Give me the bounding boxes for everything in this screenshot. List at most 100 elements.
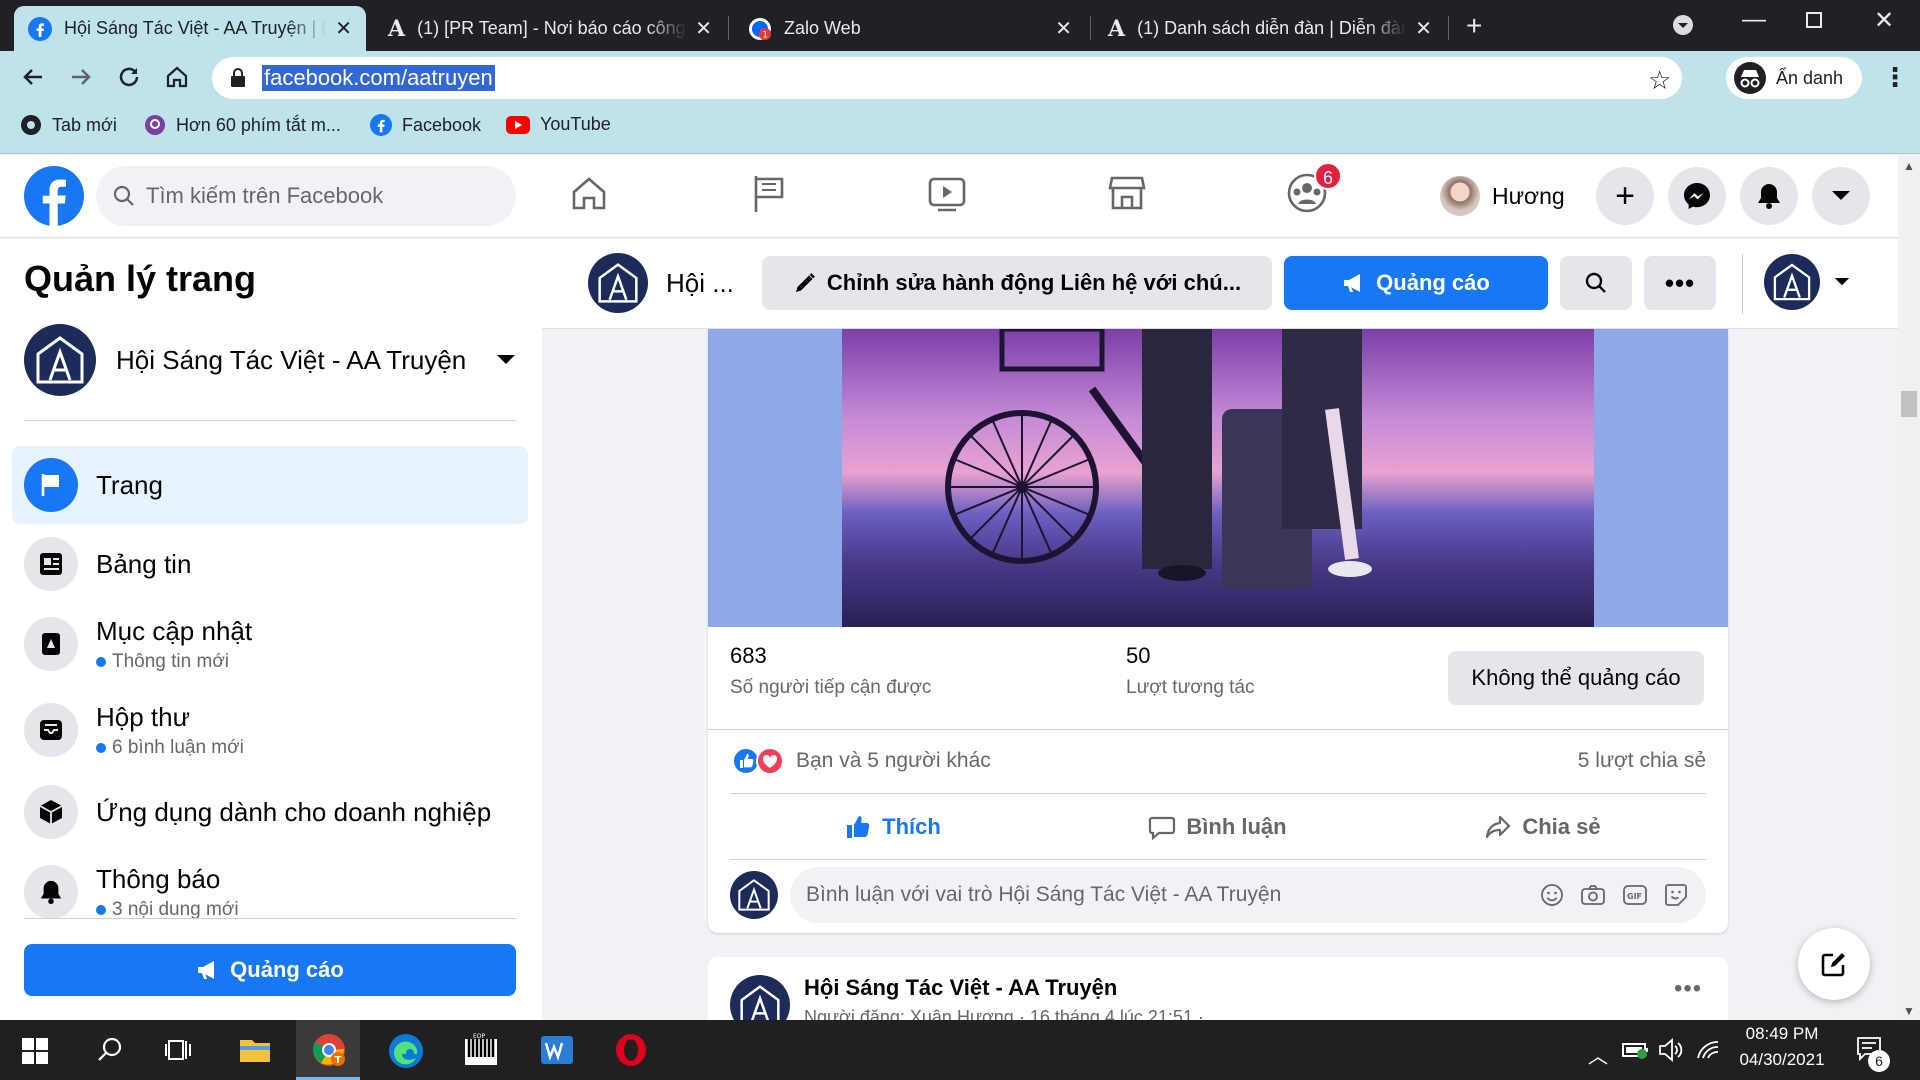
page-switcher[interactable]: Hội Sáng Tác Việt - AA Truyện [24, 324, 516, 396]
gif-icon[interactable]: GIF [1622, 883, 1648, 907]
url-text[interactable]: facebook.com/aatruyen [262, 65, 495, 91]
sidebar-item-sub: Thông tin mới [112, 650, 230, 672]
sidebar-item-label: Hộp thư [96, 701, 191, 732]
facebook-search-input[interactable]: Tìm kiếm trên Facebook [96, 166, 516, 226]
home-icon[interactable] [164, 64, 190, 90]
browser-menu-icon[interactable]: ⋮ [1882, 62, 1908, 93]
bookmark-shortcuts[interactable]: Hơn 60 phím tắt m... [144, 114, 341, 136]
sidebar-item-label: Ứng dụng dành cho doanh nghiệp [96, 796, 492, 827]
task-view-icon[interactable] [164, 1036, 194, 1064]
restore-icon[interactable] [1806, 12, 1822, 28]
emoji-icon[interactable] [1540, 883, 1564, 907]
wifi-icon[interactable] [1696, 1040, 1720, 1060]
account-menu-button[interactable] [1812, 167, 1870, 225]
close-tab-icon[interactable]: ✕ [695, 16, 712, 41]
sidebar-item-label: Mục cập nhật [96, 615, 253, 646]
chrome-icon[interactable]: T [312, 1033, 346, 1067]
sticker-icon[interactable] [1664, 883, 1688, 907]
minimize-icon[interactable]: — [1742, 6, 1766, 34]
new-tab-icon[interactable]: + [1466, 10, 1482, 42]
facebook-logo-icon[interactable] [24, 166, 84, 226]
avatar [1440, 176, 1480, 216]
edge-icon[interactable] [388, 1033, 424, 1069]
bookmark-new-tab[interactable]: Tab mới [20, 114, 117, 136]
post-more-icon[interactable]: ••• [1674, 975, 1702, 1003]
camera-icon[interactable] [1580, 883, 1606, 907]
shares-count[interactable]: 5 lượt chia sẻ [1578, 749, 1706, 773]
tray-chevron-icon[interactable]: ︿ [1588, 1040, 1608, 1069]
reactions-summary[interactable]: Bạn và 5 người khác [732, 747, 991, 775]
nav-home-icon[interactable] [568, 172, 610, 214]
bookmark-facebook[interactable]: Facebook [370, 114, 481, 136]
sidebar-item-business-apps[interactable]: Ứng dụng dành cho doanh nghiệp [12, 780, 528, 844]
post-image[interactable] [842, 329, 1594, 627]
bell-icon [24, 865, 78, 919]
share-arrow-icon [1484, 813, 1512, 841]
scrollbar-thumb[interactable] [1901, 391, 1917, 417]
groups-notification-badge: 6 [1314, 162, 1342, 190]
profile-button[interactable]: Hương [1440, 170, 1565, 222]
sidebar-item-hop-thu[interactable]: Hộp thư 6 bình luận mới [12, 694, 528, 766]
tab-forum-list[interactable]: A (1) Danh sách diễn đàn | Diễn đàn ✕ [1094, 6, 1446, 51]
close-tab-icon[interactable]: ✕ [1415, 16, 1432, 41]
tab-search-icon[interactable] [1672, 14, 1694, 36]
divider [730, 859, 1706, 860]
reach-value: 683 [730, 643, 767, 668]
new-message-button[interactable] [1798, 928, 1870, 1000]
star-icon[interactable]: ☆ [1648, 65, 1671, 96]
battery-icon[interactable] [1622, 1040, 1650, 1060]
create-button[interactable]: + [1596, 167, 1654, 225]
scroll-down-icon[interactable]: ▼ [1903, 1004, 1915, 1018]
sidebar-item-bang-tin[interactable]: Bảng tin [12, 532, 528, 596]
opera-icon[interactable] [614, 1033, 648, 1067]
clock-date: 04/30/2021 [1739, 1050, 1825, 1069]
page-avatar[interactable] [588, 253, 648, 313]
nav-watch-icon[interactable] [926, 172, 968, 214]
comment-button[interactable]: Bình luận [1055, 799, 1380, 855]
taskbar-search-icon[interactable] [96, 1036, 124, 1064]
acting-as-switcher[interactable] [1764, 254, 1850, 310]
tab-pr-team[interactable]: A (1) [PR Team] - Nơi báo cáo công việc … [374, 6, 726, 51]
like-button[interactable]: Thích [730, 799, 1055, 855]
megaphone-icon [1342, 272, 1366, 294]
reload-icon[interactable] [116, 64, 142, 90]
nav-marketplace-icon[interactable] [1106, 172, 1148, 214]
post-author-name[interactable]: Hội Sáng Tác Việt - AA Truyện [804, 975, 1117, 1001]
windows-start-icon[interactable] [22, 1038, 48, 1064]
sidebar-ad-button[interactable]: Quảng cáo [24, 944, 516, 996]
page-scrollbar[interactable]: ▲ ▼ [1898, 155, 1920, 1020]
close-window-icon[interactable]: ✕ [1874, 6, 1894, 35]
incognito-badge[interactable]: Ẩn danh [1726, 57, 1862, 99]
tab-zalo[interactable]: 1 Zalo Web ✕ [734, 6, 1086, 51]
bookmark-youtube[interactable]: YouTube [506, 114, 611, 135]
cannot-boost-button[interactable]: Không thể quảng cáo [1448, 651, 1704, 705]
messenger-button[interactable] [1668, 167, 1726, 225]
taskbar-clock[interactable]: 08:49 PM 04/30/2021 [1736, 1024, 1828, 1070]
tab-facebook[interactable]: Hội Sáng Tác Việt - AA Truyện | Facebook… [14, 6, 366, 51]
address-bar[interactable]: facebook.com/aatruyen ☆ [212, 57, 1682, 99]
close-tab-icon[interactable]: ✕ [1055, 16, 1072, 41]
volume-icon[interactable] [1658, 1038, 1684, 1062]
comment-input[interactable]: Bình luận với vai trò Hội Sáng Tác Việt … [790, 867, 1706, 923]
scroll-up-icon[interactable]: ▲ [1903, 159, 1915, 173]
page-more-button[interactable]: ••• [1644, 256, 1716, 310]
page-ad-button[interactable]: Quảng cáo [1284, 256, 1548, 310]
caret-down-icon [496, 354, 516, 366]
back-icon[interactable] [20, 64, 46, 90]
sidebar-item-trang[interactable]: Trang [12, 446, 528, 524]
sidebar-item-muc-cap-nhat[interactable]: Mục cập nhật Thông tin mới [12, 608, 528, 680]
eop-piano-icon[interactable]: EOP [464, 1033, 498, 1067]
word-app-icon[interactable] [540, 1033, 574, 1067]
file-explorer-icon[interactable] [238, 1034, 272, 1064]
incognito-icon [1734, 62, 1766, 94]
page-name-short[interactable]: Hội ... [666, 268, 734, 299]
nav-pages-flag-icon[interactable] [748, 172, 790, 214]
close-tab-icon[interactable]: ✕ [335, 16, 352, 41]
forward-icon[interactable] [68, 64, 94, 90]
page-search-button[interactable] [1560, 256, 1632, 310]
edit-contact-action-button[interactable]: Chỉnh sửa hành động Liên hệ với chú... [762, 256, 1272, 310]
tab-title: (1) [PR Team] - Nơi báo cáo công việc [417, 18, 687, 38]
notifications-button[interactable] [1740, 167, 1798, 225]
facebook-icon [28, 16, 52, 41]
share-button[interactable]: Chia sẻ [1380, 799, 1705, 855]
